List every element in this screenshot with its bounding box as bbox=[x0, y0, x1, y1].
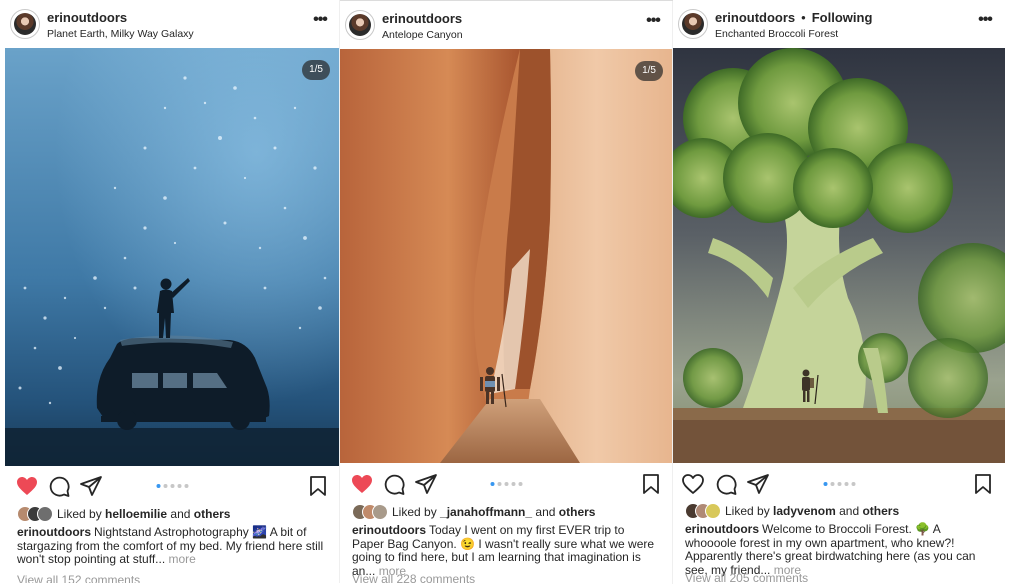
heart-icon[interactable] bbox=[681, 472, 705, 496]
carousel-indicator bbox=[822, 482, 857, 486]
avatar[interactable] bbox=[345, 10, 375, 40]
comment-icon[interactable] bbox=[382, 472, 406, 496]
avatar bbox=[37, 506, 53, 522]
liked-and: and bbox=[839, 504, 860, 518]
carousel-indicator bbox=[489, 482, 524, 486]
username[interactable]: erinoutdoors bbox=[715, 10, 795, 25]
post-3: erinoutdoors • Following Enchanted Broccol… bbox=[673, 0, 1005, 583]
location[interactable]: Antelope Canyon bbox=[382, 29, 463, 41]
post-2: erinoutdoors Antelope Canyon ••• 1/5 Lik… bbox=[340, 0, 673, 584]
avatar[interactable] bbox=[678, 9, 708, 39]
location[interactable]: Enchanted Broccoli Forest bbox=[715, 28, 838, 40]
caption-username[interactable]: erinoutdoors bbox=[17, 525, 91, 539]
more-horizontal-icon[interactable]: ••• bbox=[643, 13, 663, 34]
liked-others-link[interactable]: others bbox=[862, 504, 899, 518]
bookmark-icon[interactable] bbox=[306, 474, 330, 498]
liked-prefix: Liked by bbox=[392, 505, 437, 519]
bookmark-icon[interactable] bbox=[639, 472, 663, 496]
liked-prefix: Liked by bbox=[57, 507, 102, 521]
more-link[interactable]: more bbox=[169, 552, 196, 566]
more-horizontal-icon[interactable]: ••• bbox=[975, 12, 995, 33]
liked-user-link[interactable]: helloemilie bbox=[105, 507, 167, 521]
paper-plane-icon[interactable] bbox=[79, 474, 103, 498]
heart-icon[interactable] bbox=[15, 474, 39, 498]
caption: erinoutdoors Nightstand Astrophotography … bbox=[17, 525, 326, 567]
heart-icon[interactable] bbox=[350, 472, 374, 496]
action-bar bbox=[340, 472, 673, 498]
action-bar bbox=[5, 474, 340, 500]
liked-user-link[interactable]: ladyvenom bbox=[773, 504, 836, 518]
avatar bbox=[705, 503, 721, 519]
carousel-indicator bbox=[155, 484, 190, 488]
header-title: erinoutdoors • Following bbox=[715, 10, 872, 25]
liked-others-link[interactable]: others bbox=[194, 507, 231, 521]
liked-prefix: Liked by bbox=[725, 504, 770, 518]
action-bar bbox=[673, 472, 1005, 498]
carousel-counter: 1/5 bbox=[635, 61, 663, 81]
liked-and: and bbox=[170, 507, 191, 521]
post-photo[interactable]: 1/5 bbox=[5, 48, 340, 466]
comment-icon[interactable] bbox=[47, 474, 71, 498]
avatar bbox=[372, 504, 388, 520]
bookmark-icon[interactable] bbox=[971, 472, 995, 496]
view-all-comments-link[interactable]: View all 152 comments bbox=[17, 573, 140, 583]
post-header: erinoutdoors • Following Enchanted Broccol… bbox=[673, 0, 1005, 48]
caption: erinoutdoors Welcome to Broccoli Forest. … bbox=[685, 522, 991, 577]
following-button[interactable]: Following bbox=[812, 10, 873, 25]
likes-text: Liked by _janahoffmann_ and others bbox=[392, 505, 595, 519]
post-photo[interactable] bbox=[673, 48, 1005, 463]
username[interactable]: erinoutdoors bbox=[47, 10, 127, 25]
separator-dot: • bbox=[801, 10, 806, 25]
likes-text: Liked by helloemilie and others bbox=[57, 507, 230, 521]
view-all-comments-link[interactable]: View all 205 comments bbox=[685, 571, 808, 583]
liked-others-link[interactable]: others bbox=[559, 505, 596, 519]
view-all-comments-link[interactable]: View all 228 comments bbox=[352, 572, 475, 584]
caption-username[interactable]: erinoutdoors bbox=[352, 523, 426, 537]
likes-text: Liked by ladyvenom and others bbox=[725, 504, 899, 518]
username[interactable]: erinoutdoors bbox=[382, 11, 462, 26]
caption: erinoutdoors Today I went on my first EVE… bbox=[352, 523, 659, 578]
post-header: erinoutdoors Antelope Canyon ••• bbox=[340, 1, 673, 49]
post-header: erinoutdoors Planet Earth, Milky Way Gal… bbox=[5, 0, 340, 48]
post-photo[interactable]: 1/5 bbox=[340, 49, 673, 463]
location[interactable]: Planet Earth, Milky Way Galaxy bbox=[47, 28, 194, 40]
paper-plane-icon[interactable] bbox=[414, 472, 438, 496]
more-horizontal-icon[interactable]: ••• bbox=[310, 12, 330, 33]
paper-plane-icon[interactable] bbox=[746, 472, 770, 496]
comment-icon[interactable] bbox=[714, 472, 738, 496]
liked-user-link[interactable]: _janahoffmann_ bbox=[440, 505, 532, 519]
liked-and: and bbox=[535, 505, 556, 519]
post-1: erinoutdoors Planet Earth, Milky Way Gal… bbox=[5, 0, 340, 583]
caption-username[interactable]: erinoutdoors bbox=[685, 522, 759, 536]
avatar[interactable] bbox=[10, 9, 40, 39]
carousel-counter: 1/5 bbox=[302, 60, 330, 80]
